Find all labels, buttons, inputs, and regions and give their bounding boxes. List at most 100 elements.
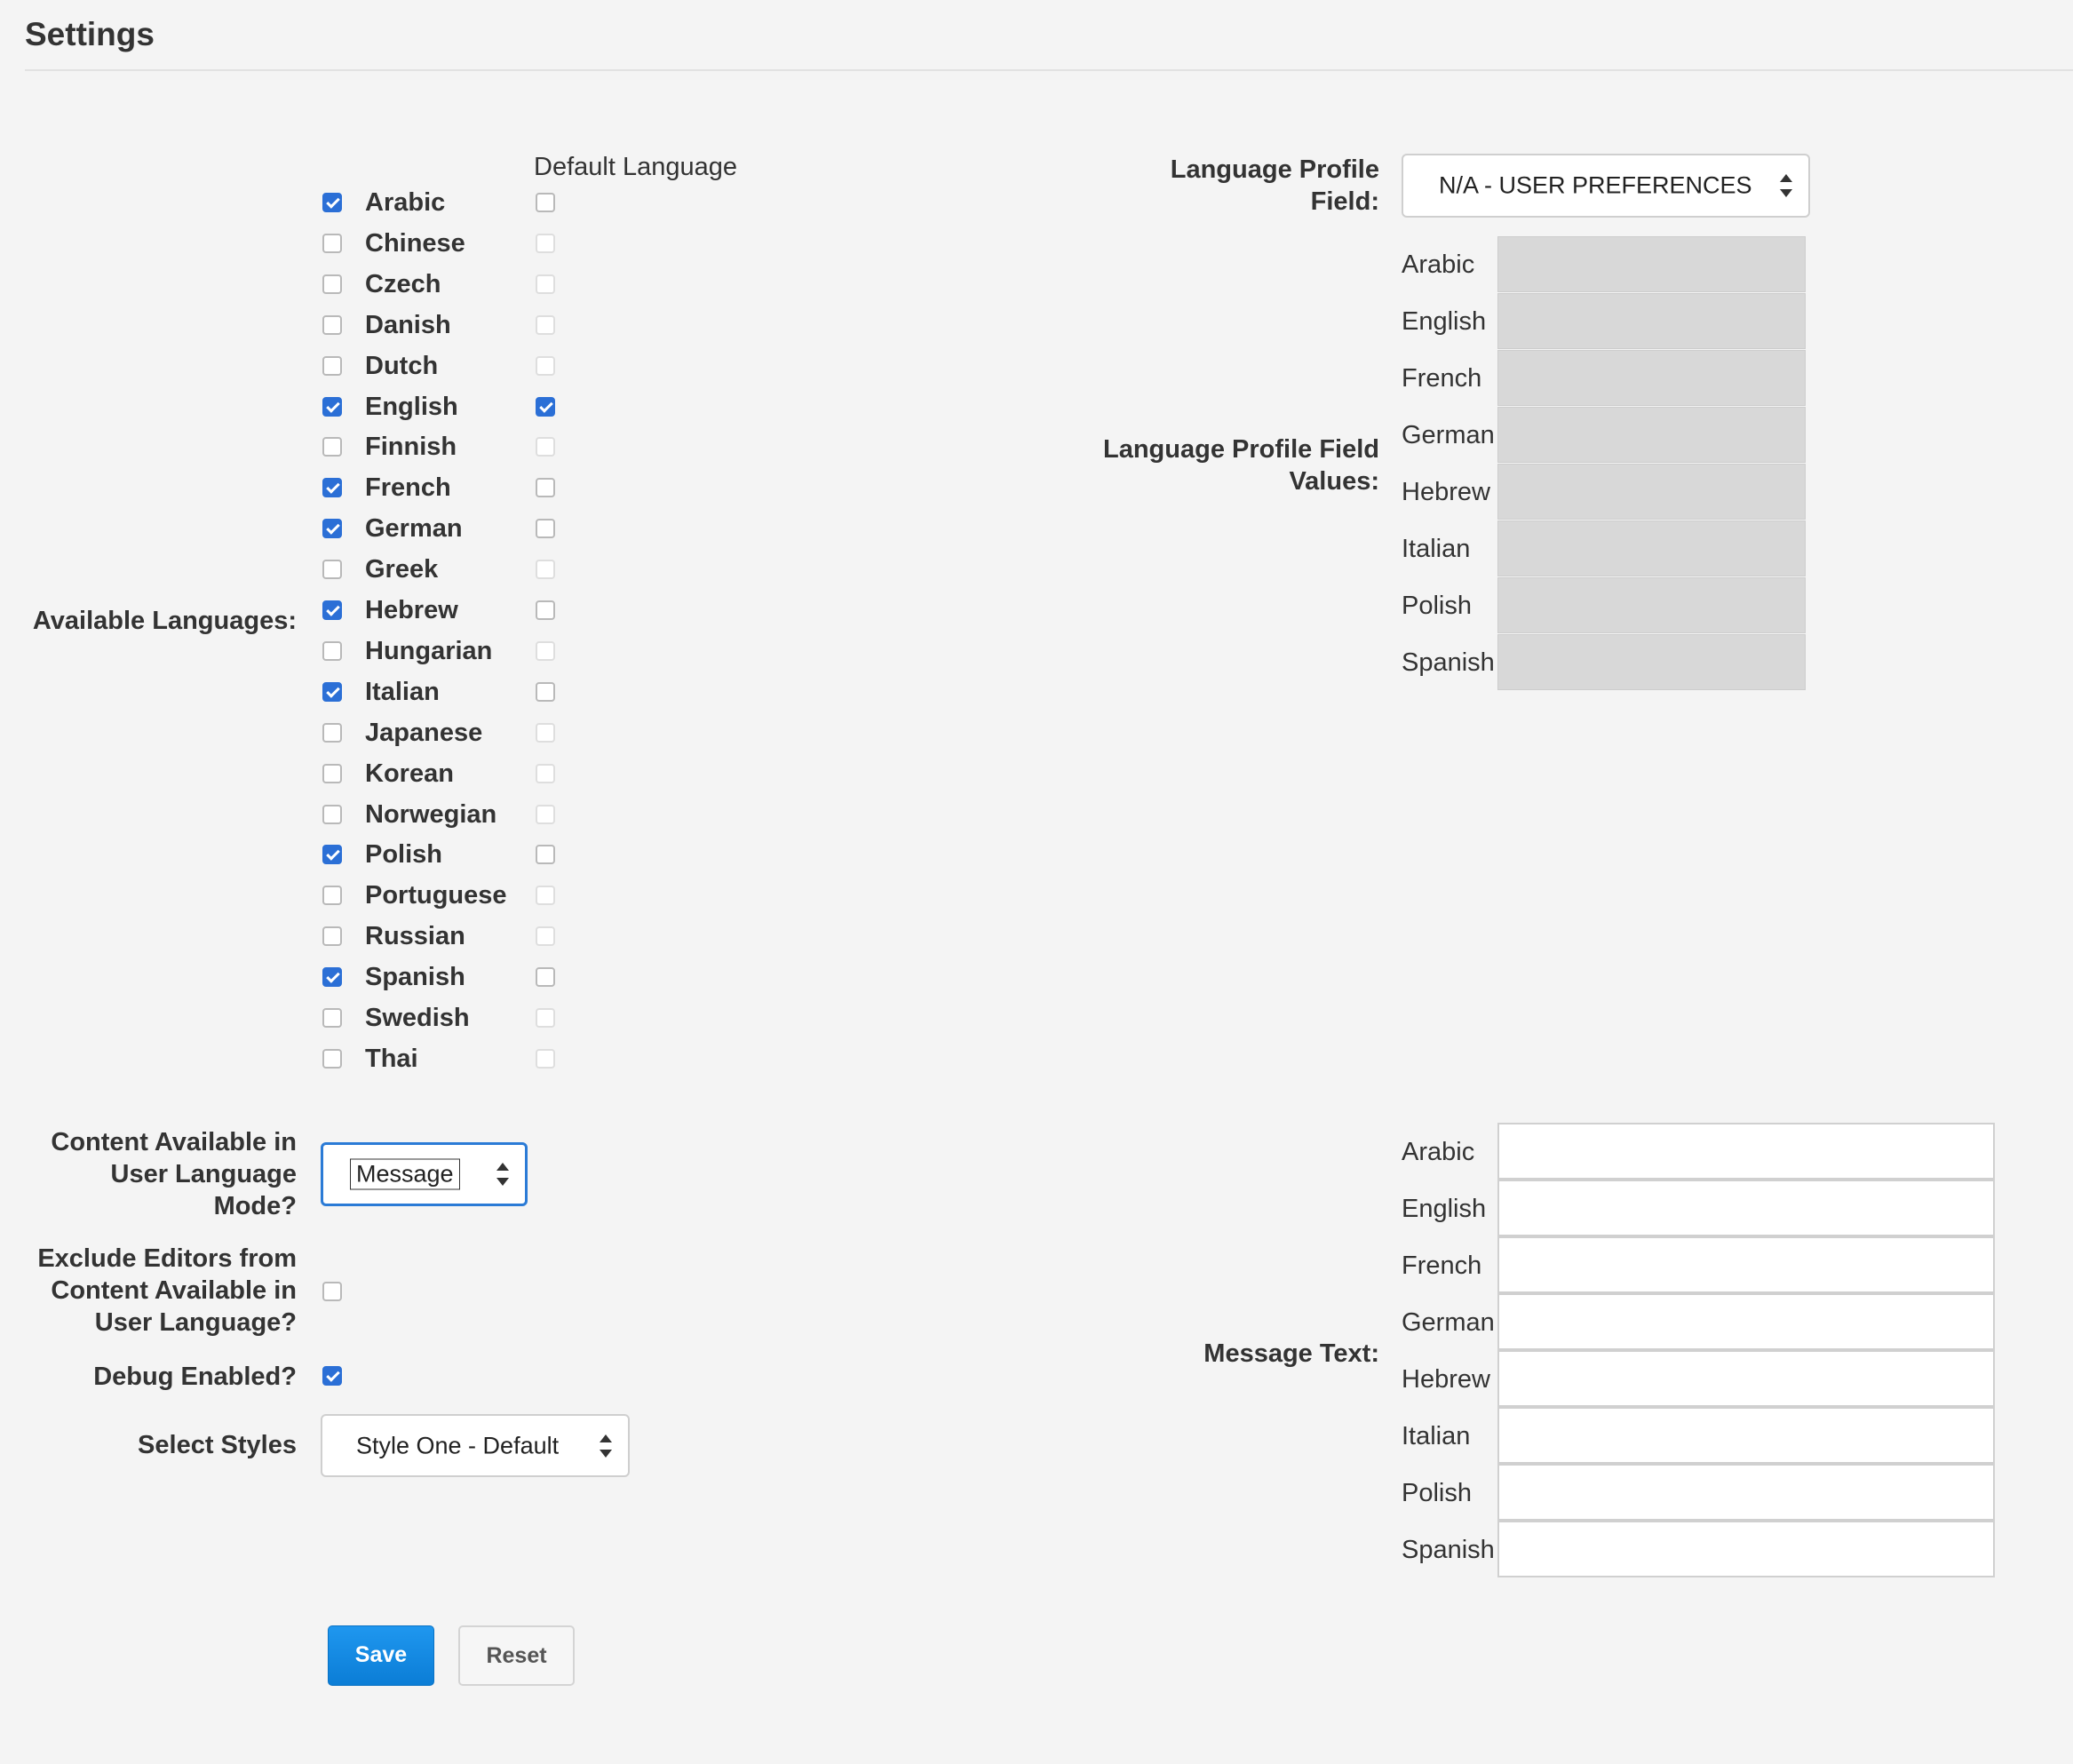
default-language-checkbox — [536, 886, 555, 905]
debug-checkbox[interactable] — [322, 1366, 342, 1386]
select-arrows-icon — [496, 1163, 509, 1186]
language-name: German — [365, 514, 463, 543]
available-checkbox[interactable] — [322, 805, 342, 824]
language-name: Korean — [365, 759, 454, 788]
default-language-checkbox[interactable] — [536, 967, 555, 987]
language-name: Hungarian — [365, 637, 493, 665]
language-name: Swedish — [365, 1004, 470, 1032]
available-checkbox[interactable] — [322, 315, 342, 335]
available-checkbox[interactable] — [322, 600, 342, 620]
default-language-checkbox[interactable] — [536, 600, 555, 620]
message-language-label: French — [1402, 1251, 1482, 1280]
available-checkbox[interactable] — [322, 886, 342, 905]
default-language-checkbox — [536, 641, 555, 661]
default-language-checkbox[interactable] — [536, 682, 555, 702]
default-language-checkbox[interactable] — [536, 193, 555, 212]
available-checkbox[interactable] — [322, 478, 342, 497]
available-checkbox[interactable] — [322, 1008, 342, 1028]
profile-value-field — [1497, 464, 1806, 520]
available-checkbox[interactable] — [322, 967, 342, 987]
available-checkbox[interactable] — [322, 764, 342, 783]
available-checkbox[interactable] — [322, 397, 342, 417]
language-name: Hebrew — [365, 596, 458, 624]
language-name: Dutch — [365, 352, 439, 380]
available-checkbox[interactable] — [322, 560, 342, 579]
available-checkbox[interactable] — [322, 356, 342, 376]
default-language-checkbox — [536, 274, 555, 294]
message-text-input[interactable] — [1497, 1350, 1995, 1407]
default-language-checkbox — [536, 234, 555, 253]
language-name: Russian — [365, 922, 465, 950]
profile-value-language-label: Hebrew — [1402, 478, 1490, 506]
exclude-editors-label: Exclude Editors from Content Available i… — [37, 1244, 297, 1337]
default-language-header: Default Language — [534, 153, 737, 181]
language-profile-field-value: N/A - USER PREFERENCES — [1439, 171, 1752, 199]
styles-select[interactable]: Style One - Default — [321, 1414, 630, 1477]
message-language-label: Italian — [1402, 1422, 1471, 1450]
message-text-input[interactable] — [1497, 1464, 1995, 1521]
available-checkbox[interactable] — [322, 845, 342, 864]
content-mode-select[interactable]: Message — [321, 1142, 528, 1206]
message-language-label: English — [1402, 1195, 1487, 1223]
profile-value-field — [1497, 236, 1806, 292]
select-arrows-icon — [600, 1434, 612, 1458]
available-checkbox[interactable] — [322, 1049, 342, 1069]
title-divider — [25, 69, 2073, 71]
language-name: English — [365, 393, 458, 421]
message-text-input[interactable] — [1497, 1236, 1995, 1293]
default-language-checkbox[interactable] — [536, 845, 555, 864]
language-name: Finnish — [365, 433, 457, 461]
select-arrows-icon — [1780, 174, 1792, 197]
message-language-label: Spanish — [1402, 1536, 1495, 1564]
default-language-checkbox[interactable] — [536, 478, 555, 497]
language-name: Greek — [365, 555, 439, 584]
language-name: Arabic — [365, 188, 446, 217]
profile-value-field — [1497, 350, 1806, 406]
profile-value-language-label: German — [1402, 421, 1495, 449]
message-text-input[interactable] — [1497, 1407, 1995, 1464]
profile-value-field — [1497, 407, 1806, 463]
exclude-editors-checkbox[interactable] — [322, 1282, 342, 1301]
profile-value-language-label: French — [1402, 364, 1482, 393]
available-languages-label: Available Languages: — [32, 607, 297, 635]
available-checkbox[interactable] — [322, 682, 342, 702]
language-profile-field-select[interactable]: N/A - USER PREFERENCES — [1402, 154, 1810, 218]
profile-value-field — [1497, 520, 1806, 576]
message-text-input[interactable] — [1497, 1123, 1995, 1180]
language-name: Czech — [365, 270, 441, 298]
profile-value-language-label: English — [1402, 307, 1487, 336]
language-name: Italian — [365, 678, 440, 706]
content-mode-value: Message — [350, 1158, 460, 1190]
available-checkbox[interactable] — [322, 274, 342, 294]
message-text-input[interactable] — [1497, 1521, 1995, 1577]
message-language-label: Polish — [1402, 1479, 1472, 1507]
message-language-label: German — [1402, 1308, 1495, 1337]
profile-value-field — [1497, 293, 1806, 349]
default-language-checkbox[interactable] — [536, 519, 555, 538]
save-button[interactable]: Save — [328, 1625, 434, 1686]
default-language-checkbox — [536, 315, 555, 335]
default-language-checkbox[interactable] — [536, 397, 555, 417]
profile-value-language-label: Arabic — [1402, 250, 1475, 279]
available-checkbox[interactable] — [322, 193, 342, 212]
content-mode-label: Content Available in User Language Mode? — [51, 1128, 297, 1220]
available-checkbox[interactable] — [322, 234, 342, 253]
profile-value-field — [1497, 577, 1806, 633]
available-checkbox[interactable] — [322, 641, 342, 661]
default-language-checkbox — [536, 723, 555, 743]
available-checkbox[interactable] — [322, 519, 342, 538]
message-text-input[interactable] — [1497, 1293, 1995, 1350]
language-name: Norwegian — [365, 800, 497, 829]
default-language-checkbox — [536, 1008, 555, 1028]
available-checkbox[interactable] — [322, 723, 342, 743]
message-text-input[interactable] — [1497, 1180, 1995, 1236]
reset-button[interactable]: Reset — [458, 1625, 575, 1686]
message-language-label: Arabic — [1402, 1138, 1475, 1166]
language-name: Japanese — [365, 719, 483, 747]
message-language-label: Hebrew — [1402, 1365, 1490, 1394]
default-language-checkbox — [536, 764, 555, 783]
available-checkbox[interactable] — [322, 926, 342, 946]
default-language-checkbox — [536, 805, 555, 824]
language-name: Spanish — [365, 963, 465, 991]
available-checkbox[interactable] — [322, 437, 342, 457]
